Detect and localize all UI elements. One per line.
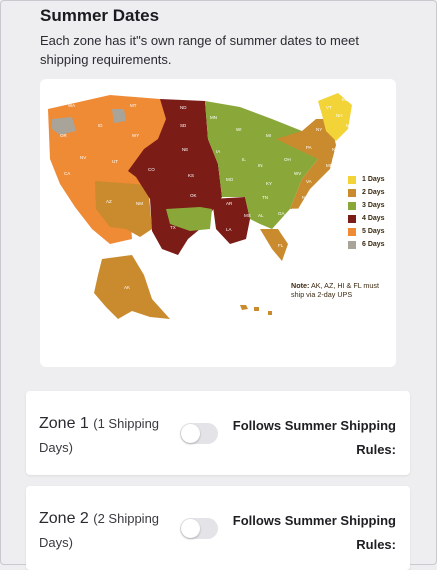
state-label: PA — [306, 145, 312, 150]
map-region-alaska — [94, 255, 170, 319]
state-label: AL — [258, 213, 264, 218]
state-label: UT — [112, 159, 118, 164]
legend-item: 5 Days — [348, 225, 385, 238]
state-label: CA — [64, 171, 70, 176]
state-label: KS — [188, 173, 194, 178]
legend-label: 1 Days — [362, 176, 385, 183]
toggle-knob — [181, 424, 200, 443]
legend-swatch — [348, 227, 356, 236]
legend-swatch — [348, 175, 356, 184]
state-label: AZ — [106, 199, 112, 204]
zone-name-label: Zone 2 (2 Shipping Days) — [39, 507, 189, 555]
state-label: OK — [190, 193, 197, 198]
state-label: NY — [316, 127, 322, 132]
state-label: SC — [292, 207, 299, 212]
state-label: WA — [68, 103, 75, 108]
state-label: CO — [148, 167, 155, 172]
us-map-image: WA OR CA NV ID MT WY UT AZ NM CO ND SD NE KS OK TX MN IA MO… — [48, 93, 357, 319]
state-label: GA — [278, 211, 285, 216]
state-label: TX — [170, 225, 176, 230]
legend-item: 4 Days — [348, 212, 385, 225]
map-region-florida — [260, 229, 288, 261]
legend-item: 3 Days — [348, 199, 385, 212]
state-label: NE — [182, 147, 188, 152]
zone-card-2: Zone 2 (2 Shipping Days) Follows Summer … — [26, 486, 410, 570]
state-label: OR — [60, 133, 68, 138]
state-label: DE — [332, 157, 338, 162]
state-label: NM — [136, 201, 143, 206]
state-label: MA — [346, 123, 353, 128]
state-label: WY — [132, 133, 139, 138]
summer-rule-label: Follows Summer Shipping Rules: — [232, 418, 396, 457]
map-note-bold: Note: — [291, 281, 310, 290]
toggle-knob — [181, 519, 200, 538]
state-label: MT — [130, 103, 137, 108]
legend-swatch — [348, 188, 356, 197]
state-label: OH — [284, 157, 291, 162]
legend-swatch — [348, 214, 356, 223]
state-label: SD — [180, 123, 187, 128]
state-label: VT — [326, 105, 332, 110]
legend-label: 5 Days — [362, 228, 385, 235]
map-note: Note: AK, AZ, HI & FL must ship via 2-da… — [291, 281, 391, 299]
section-title: Summer Dates — [40, 6, 160, 25]
state-label: WI — [236, 127, 242, 132]
zone-name-label: Zone 1 (1 Shipping Days) — [39, 412, 189, 460]
state-label: CT — [344, 133, 350, 138]
state-label: VA — [306, 179, 312, 184]
legend-label: 2 Days — [362, 189, 385, 196]
state-label: AR — [226, 201, 233, 206]
state-label: AK — [124, 285, 130, 290]
state-label: ME — [342, 97, 349, 102]
state-label: NC — [302, 195, 309, 200]
state-label: MN — [210, 115, 217, 120]
zone-name: Zone 2 — [39, 510, 89, 527]
legend-label: 6 Days — [362, 241, 385, 248]
state-label: NH — [336, 113, 343, 118]
zone-name: Zone 1 — [39, 415, 89, 432]
state-label: ND — [180, 105, 187, 110]
shipping-zone-map: WA OR CA NV ID MT WY UT AZ NM CO ND SD NE KS OK TX MN IA MO… — [40, 79, 396, 367]
state-label: IN — [258, 163, 263, 168]
state-label: MS — [244, 213, 251, 218]
section-description: Each zone has it"s own range of summer d… — [40, 33, 359, 67]
map-region-gray-mt — [112, 109, 126, 123]
state-label: HI — [254, 313, 259, 318]
state-label: MD — [326, 163, 334, 168]
state-label: IL — [242, 157, 246, 162]
legend-swatch — [348, 201, 356, 210]
state-label: FL — [278, 243, 284, 248]
map-legend: 1 Days 2 Days 3 Days 4 Days 5 Days 6 Day… — [348, 173, 385, 251]
legend-item: 1 Days — [348, 173, 385, 186]
legend-swatch — [348, 240, 356, 249]
state-label: LA — [226, 227, 232, 232]
legend-item: 6 Days — [348, 238, 385, 251]
state-label: NV — [80, 155, 86, 160]
state-label: TN — [262, 195, 268, 200]
state-label: KY — [266, 181, 272, 186]
state-label: NJ — [332, 147, 338, 152]
summer-rules-toggle[interactable] — [180, 518, 218, 539]
legend-label: 3 Days — [362, 202, 385, 209]
legend-label: 4 Days — [362, 215, 385, 222]
state-label: MO — [226, 177, 234, 182]
zone-card-1: Zone 1 (1 Shipping Days) Follows Summer … — [26, 391, 410, 475]
summer-rule-label: Follows Summer Shipping Rules: — [232, 513, 396, 552]
state-label: WV — [294, 171, 301, 176]
state-label: IA — [216, 149, 220, 154]
legend-item: 2 Days — [348, 186, 385, 199]
state-label: ID — [98, 123, 103, 128]
summer-rules-toggle[interactable] — [180, 423, 218, 444]
state-label: MI — [266, 133, 271, 138]
state-label: RI — [352, 131, 357, 136]
